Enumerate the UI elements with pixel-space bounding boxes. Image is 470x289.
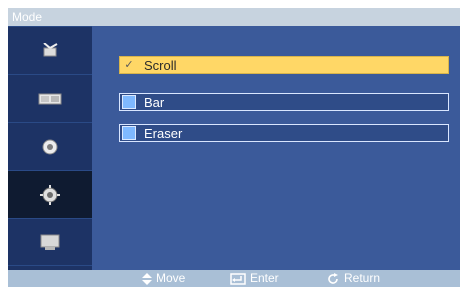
- sidebar-item-antenna[interactable]: [8, 26, 92, 74]
- enter-icon: [230, 272, 246, 285]
- window-titlebar: Mode: [8, 8, 460, 26]
- hint-enter-label: Enter: [250, 271, 279, 285]
- sidebar-item-picture[interactable]: [8, 74, 92, 122]
- sound-icon: [41, 138, 59, 156]
- options-panel: ✓ Scroll Bar Eraser: [92, 26, 460, 270]
- input-icon: [39, 233, 61, 251]
- option-label: Bar: [144, 94, 165, 110]
- option-bar[interactable]: Bar: [119, 93, 449, 111]
- option-marker-icon: [122, 126, 136, 140]
- footer-hints: Move Enter Return: [8, 270, 460, 287]
- option-eraser[interactable]: Eraser: [119, 124, 449, 142]
- option-label: Eraser: [144, 125, 183, 141]
- hint-move: Move: [142, 270, 185, 287]
- osd-sidebar: [8, 26, 92, 270]
- hint-enter: Enter: [230, 270, 279, 287]
- sidebar-item-setup[interactable]: [8, 170, 92, 218]
- option-marker-icon: [122, 95, 136, 109]
- sidebar-item-input[interactable]: [8, 218, 92, 266]
- picture-icon: [38, 92, 62, 106]
- option-label: Scroll: [144, 57, 177, 73]
- hint-return: Return: [326, 270, 380, 287]
- hint-return-label: Return: [344, 271, 381, 285]
- checkmark-icon: ✓: [124, 59, 134, 71]
- sidebar-item-sound[interactable]: [8, 122, 92, 170]
- osd-menu-window: Mode ✓ Scroll Bar Eraser Move Enter Retu…: [8, 8, 460, 287]
- hint-move-label: Move: [156, 271, 186, 285]
- move-arrows-icon: [142, 272, 152, 285]
- window-title: Mode: [12, 10, 43, 24]
- antenna-icon: [39, 42, 61, 59]
- option-scroll[interactable]: ✓ Scroll: [119, 56, 449, 74]
- setup-gear-icon: [40, 184, 60, 205]
- return-icon: [326, 272, 340, 286]
